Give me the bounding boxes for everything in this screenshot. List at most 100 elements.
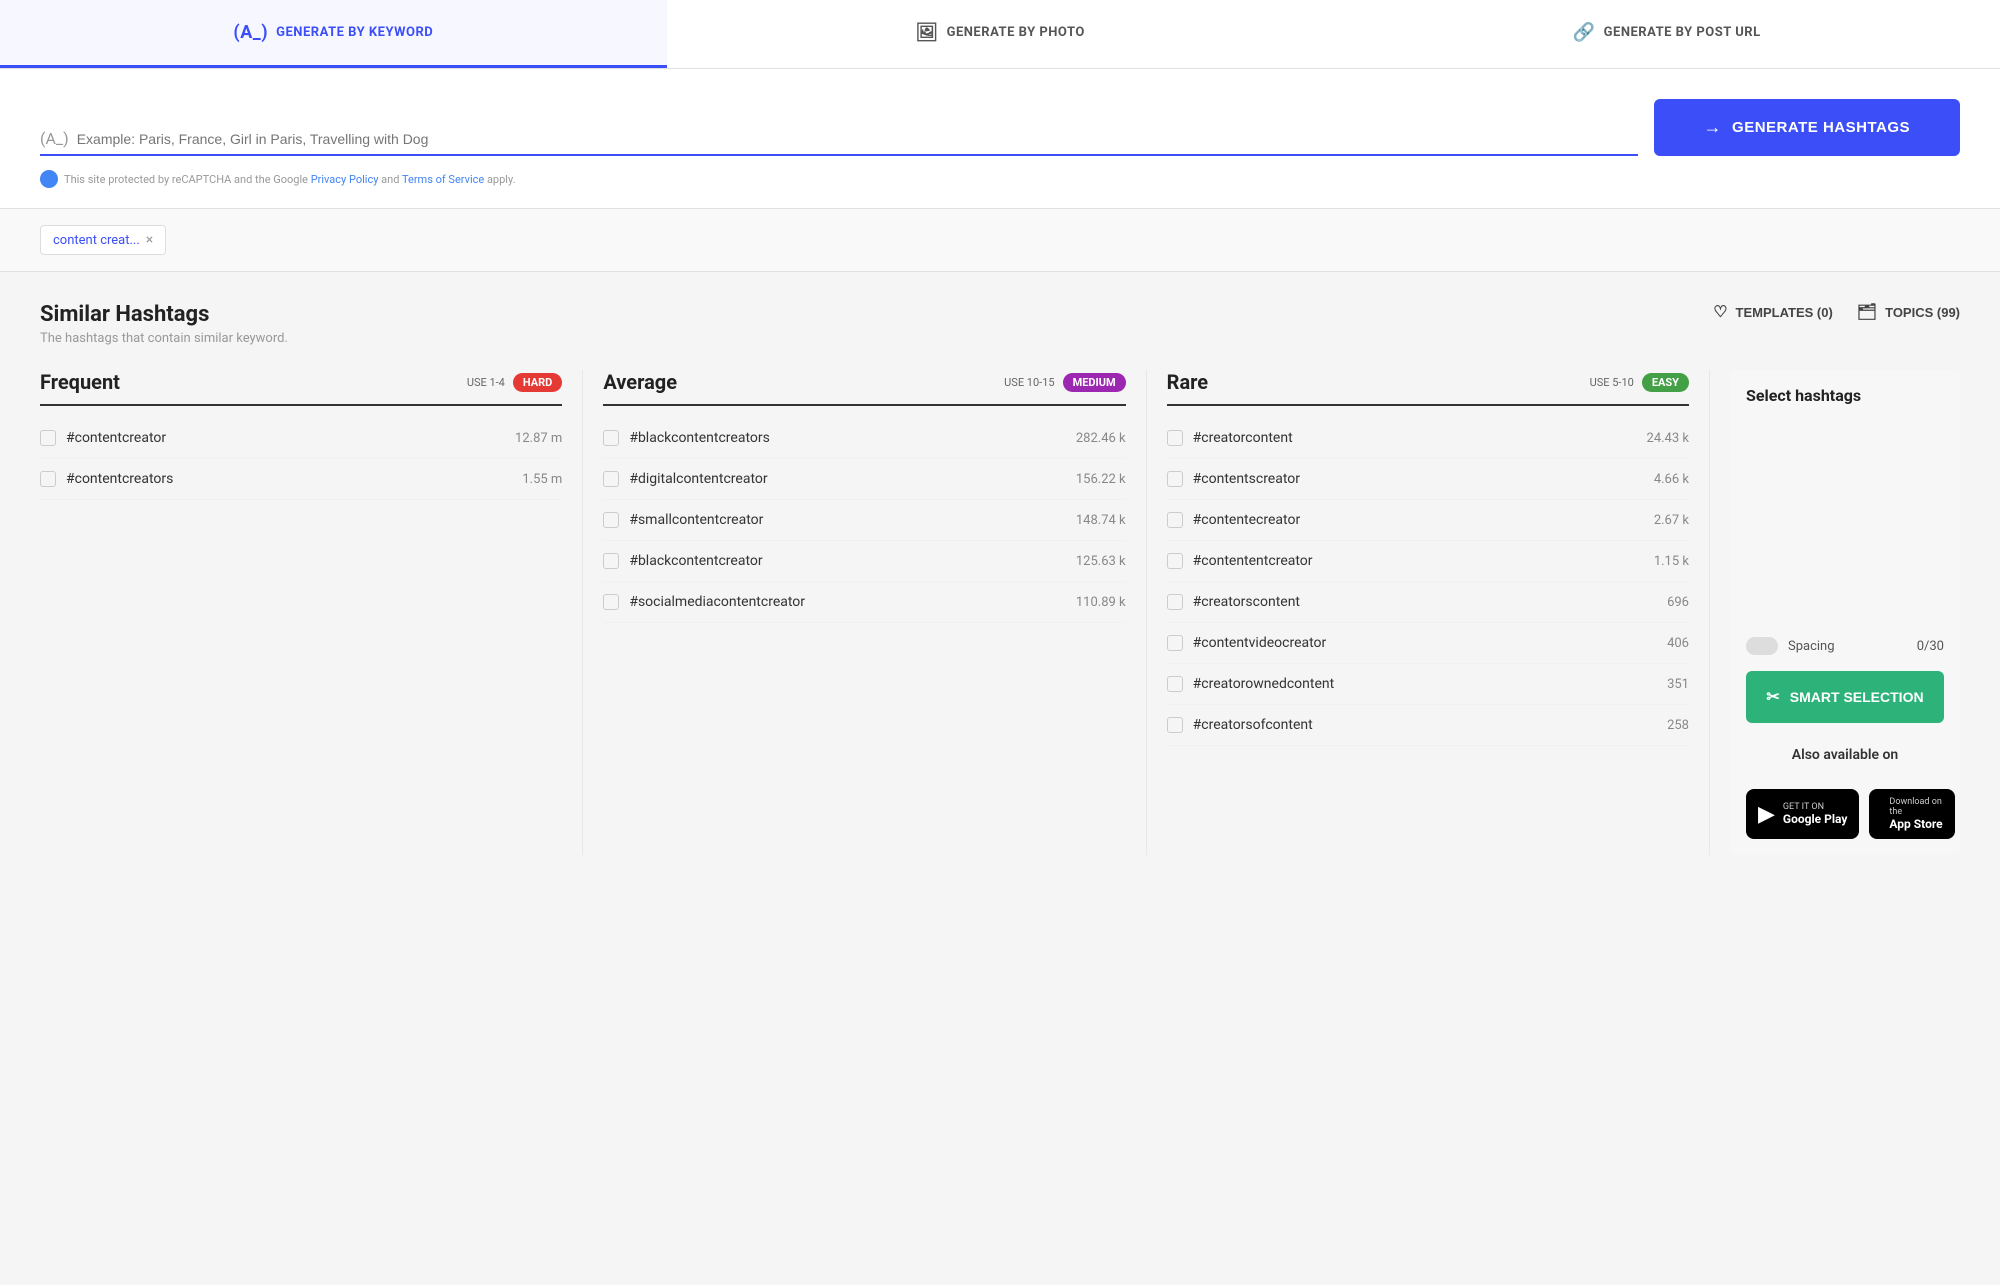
tab-keyword[interactable]: (A_) GENERATE BY KEYWORD [0,0,667,68]
hashtag-count: 2.67 k [1654,513,1689,528]
section-title-wrap: Similar Hashtags The hashtags that conta… [40,302,288,346]
search-input[interactable] [77,131,1638,147]
average-hashtag-2: #digitalcontentcreator 156.22 k [603,459,1125,500]
arrow-icon: → [1704,117,1723,138]
hashtag-count: 156.22 k [1076,472,1126,487]
close-tag-icon[interactable]: × [146,232,153,248]
average-title: Average [603,370,677,394]
hashtag-checkbox[interactable] [603,512,619,528]
hashtag-count: 125.63 k [1076,554,1126,569]
hashtag-count: 148.74 k [1076,513,1126,528]
frequent-use-label: USE 1-4 [467,376,505,389]
tab-url-label: GENERATE BY POST URL [1604,25,1761,40]
tab-photo[interactable]: 🖼 GENERATE BY PHOTO [667,0,1334,68]
hashtag-checkbox[interactable] [1167,717,1183,733]
top-tabs-container: (A_) GENERATE BY KEYWORD 🖼 GENERATE BY P… [0,0,2000,69]
terms-link[interactable]: Terms of Service [402,173,484,186]
recaptcha-note: This site protected by reCAPTCHA and the… [40,170,1960,188]
search-row: (A_) → GENERATE HASHTAGS [40,99,1960,156]
rare-hashtag-2: #contentscreator 4.66 k [1167,459,1689,500]
heart-icon: ♡ [1713,302,1727,322]
hashtag-count: 696 [1667,595,1689,610]
average-hashtag-3: #smallcontentcreator 148.74 k [603,500,1125,541]
hashtag-count: 110.89 k [1076,595,1126,610]
hashtag-checkbox[interactable] [603,430,619,446]
rare-hashtag-6: #contentvideocreator 406 [1167,623,1689,664]
hashtag-name: #contententcreator [1193,553,1644,569]
hashtag-name: #contentcreators [66,471,512,487]
hashtag-name: #digitalcontentcreator [629,471,1066,487]
hashtag-checkbox[interactable] [1167,594,1183,610]
hashtag-checkbox[interactable] [1167,635,1183,651]
tag-area: content creat... × [0,209,2000,272]
average-meta: USE 10-15 MEDIUM [1004,373,1126,392]
hashtag-checkbox[interactable] [603,471,619,487]
rare-use-label: USE 5-10 [1590,376,1634,389]
hashtag-count: 1.15 k [1654,554,1689,569]
spacing-toggle[interactable] [1746,637,1778,655]
frequent-column: Frequent USE 1-4 HARD #contentcreator 12… [40,370,583,855]
hashtag-name: #contentecreator [1193,512,1644,528]
hashtag-name: #creatorownedcontent [1193,676,1657,692]
folder-icon: 🗂 [1857,302,1877,322]
tag-label: content creat... [53,233,140,248]
app-store-button[interactable]: Download on the App Store [1869,789,1954,839]
google-play-button[interactable]: ▶ GET IT ON Google Play [1746,789,1859,839]
hashtag-count: 1.55 m [522,472,562,487]
topics-button[interactable]: 🗂 TOPICS (99) [1857,302,1960,322]
top-tabs: (A_) GENERATE BY KEYWORD 🖼 GENERATE BY P… [0,0,2000,69]
hashtag-count: 282.46 k [1076,431,1126,446]
rare-col-header: Rare USE 5-10 EASY [1167,370,1689,406]
recaptcha-logo [40,170,58,188]
frequent-title: Frequent [40,370,120,394]
spacing-label: Spacing [1788,639,1907,654]
hashtag-name: #contentvideocreator [1193,635,1657,651]
app-store-big: App Store [1889,817,1942,831]
frequent-hashtag-1: #contentcreator 12.87 m [40,418,562,459]
link-icon: 🔗 [1573,22,1596,43]
section-subtitle: The hashtags that contain similar keywor… [40,331,288,346]
active-tag-chip[interactable]: content creat... × [40,225,166,255]
spacing-row: Spacing 0/30 [1746,637,1944,655]
scissors-icon: ✂ [1766,687,1779,707]
search-input-wrap: (A_) [40,129,1638,156]
selected-area [1746,421,1944,621]
hashtag-name: #blackcontentcreators [629,430,1066,446]
frequent-col-header: Frequent USE 1-4 HARD [40,370,562,406]
hashtag-name: #creatorscontent [1193,594,1657,610]
hashtag-count: 4.66 k [1654,472,1689,487]
hashtag-checkbox[interactable] [603,594,619,610]
search-keyword-icon: (A_) [40,129,69,148]
photo-icon: 🖼 [915,22,938,43]
hashtag-checkbox[interactable] [40,430,56,446]
hard-badge: HARD [513,373,562,392]
hashtag-checkbox[interactable] [603,553,619,569]
hashtag-name: #socialmediacontentcreator [629,594,1066,610]
hashtag-checkbox[interactable] [1167,553,1183,569]
frequent-hashtag-2: #contentcreators 1.55 m [40,459,562,500]
section-actions: ♡ TEMPLATES (0) 🗂 TOPICS (99) [1713,302,1960,322]
privacy-policy-link[interactable]: Privacy Policy [311,173,379,186]
hashtag-count: 24.43 k [1647,431,1689,446]
hashtag-name: #contentscreator [1193,471,1644,487]
tab-url[interactable]: 🔗 GENERATE BY POST URL [1333,0,2000,68]
templates-button[interactable]: ♡ TEMPLATES (0) [1713,302,1833,322]
average-hashtag-4: #blackcontentcreator 125.63 k [603,541,1125,582]
hashtag-checkbox[interactable] [40,471,56,487]
hashtag-checkbox[interactable] [1167,512,1183,528]
hashtag-checkbox[interactable] [1167,471,1183,487]
select-panel-title: Select hashtags [1746,386,1944,405]
rare-hashtag-4: #contententcreator 1.15 k [1167,541,1689,582]
average-hashtag-1: #blackcontentcreators 282.46 k [603,418,1125,459]
rare-meta: USE 5-10 EASY [1590,373,1689,392]
hashtag-checkbox[interactable] [1167,676,1183,692]
app-store-small: Download on the [1889,797,1942,817]
recaptcha-text: This site protected by reCAPTCHA and the… [64,173,516,186]
hashtag-checkbox[interactable] [1167,430,1183,446]
rare-title: Rare [1167,370,1208,394]
rare-hashtag-5: #creatorscontent 696 [1167,582,1689,623]
hashtag-count: 406 [1667,636,1689,651]
generate-hashtags-button[interactable]: → GENERATE HASHTAGS [1654,99,1960,156]
smart-selection-button[interactable]: ✂ SMART SELECTION [1746,671,1944,723]
section-header: Similar Hashtags The hashtags that conta… [40,302,1960,346]
